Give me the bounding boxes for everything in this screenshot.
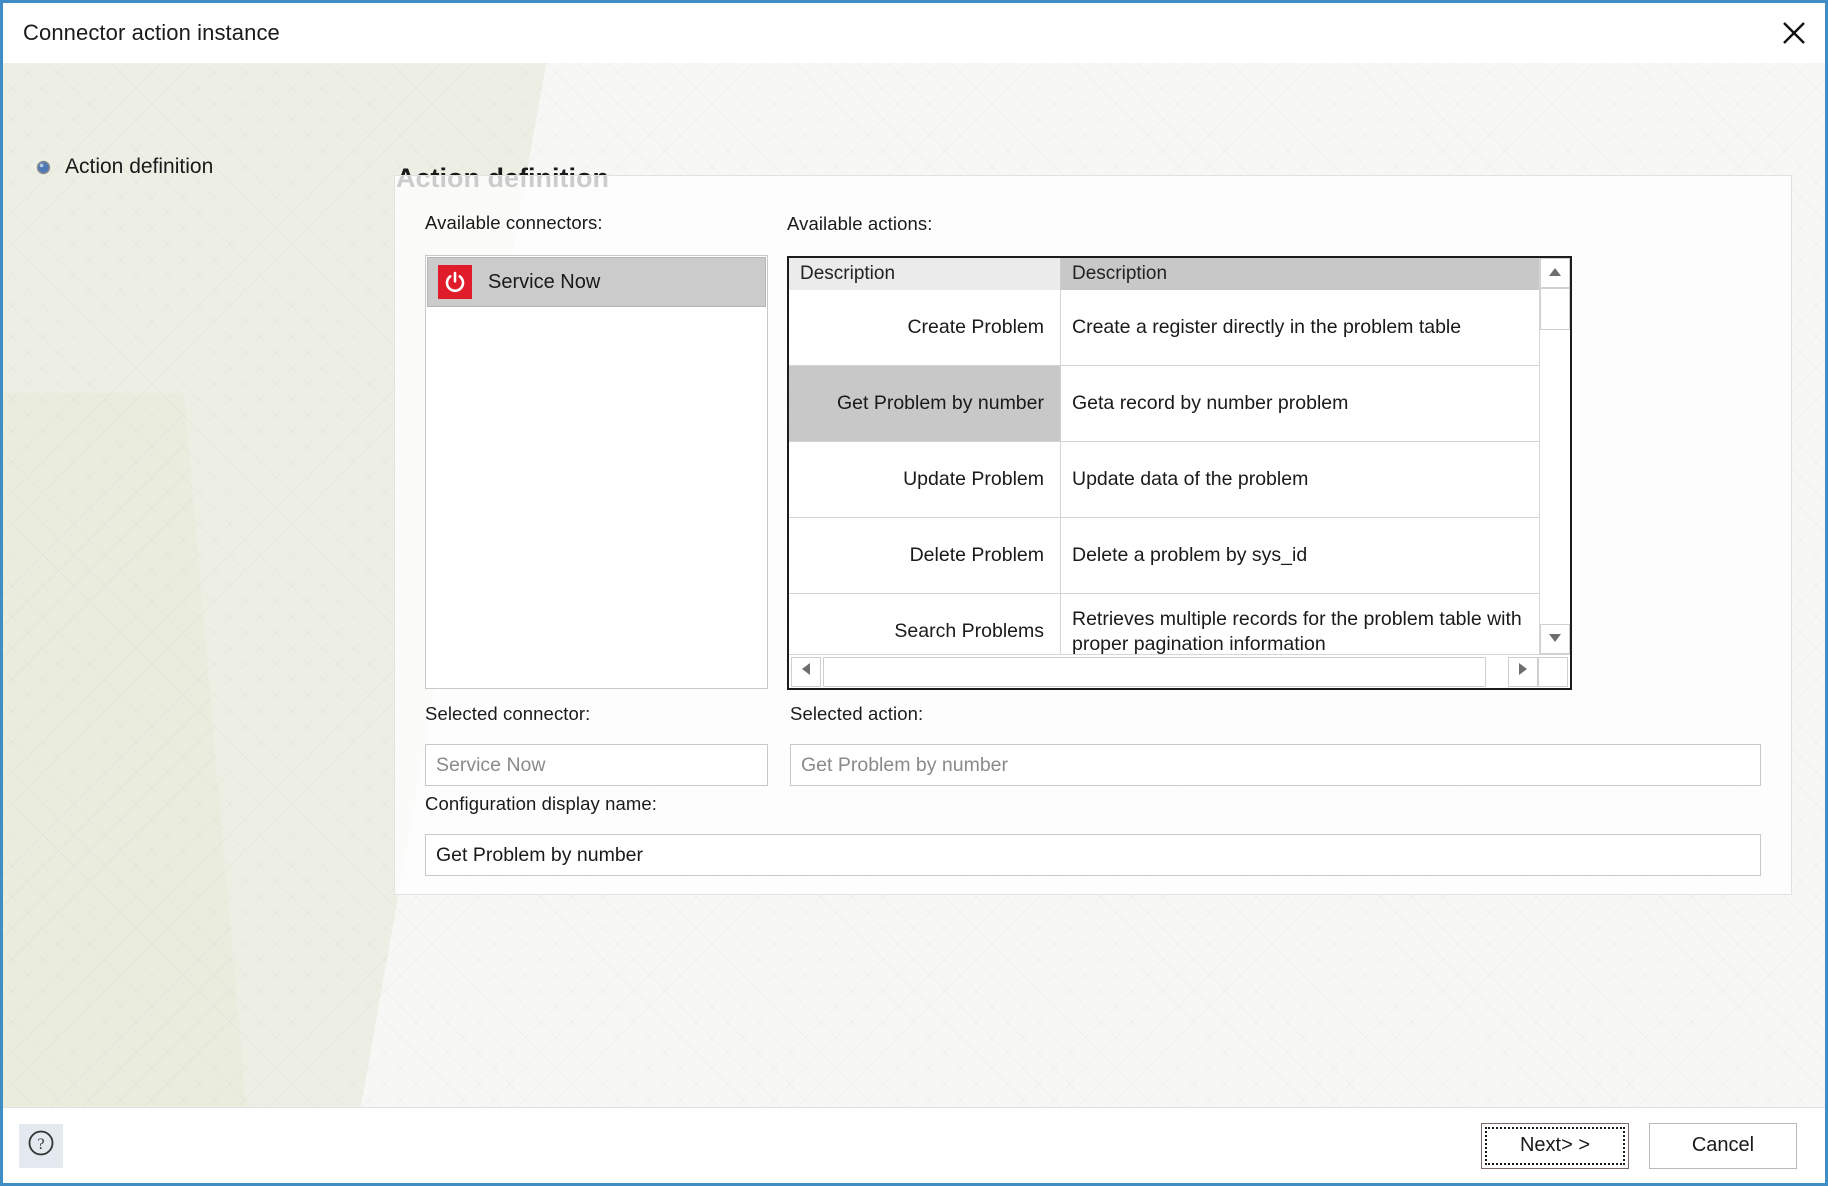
title-bar: Connector action instance	[3, 3, 1825, 63]
actions-grid-header: Description Description	[789, 258, 1539, 290]
connector-name: Service Now	[488, 270, 601, 293]
horizontal-scrollbar[interactable]	[789, 654, 1570, 688]
scroll-right-button[interactable]	[1508, 656, 1538, 687]
action-description-cell: Delete a problem by sys_id	[1072, 544, 1308, 567]
configuration-display-name-label: Configuration display name:	[425, 793, 658, 814]
chevron-left-icon	[801, 662, 811, 681]
action-description-cell: Geta record by number problem	[1072, 392, 1349, 415]
window-title: Connector action instance	[23, 20, 280, 45]
background-shape-lower	[3, 393, 263, 1107]
sidebar-item-action-definition[interactable]: Action definition	[3, 155, 393, 179]
dialog-body: Action definition Action definition Avai…	[3, 63, 1825, 1107]
action-description-cell: Update data of the problem	[1072, 468, 1309, 491]
selected-fields-row: Selected connector: Service Now Selected…	[425, 703, 1761, 786]
selected-connector-label: Selected connector:	[425, 703, 591, 724]
table-row[interactable]: Create Problem Create a register directl…	[789, 290, 1539, 366]
horizontal-scroll-thumb[interactable]	[823, 656, 1486, 687]
vertical-scroll-track[interactable]	[1540, 288, 1570, 624]
selected-action-input[interactable]: Get Problem by number	[790, 744, 1761, 786]
form-panel: Available connectors: Service Now Availa…	[394, 175, 1792, 895]
scroll-up-button[interactable]	[1540, 258, 1570, 288]
actions-grid: Description Description Create Problem C…	[787, 256, 1572, 690]
selected-connector-section: Selected connector: Service Now	[425, 703, 768, 786]
action-name-cell: Create Problem	[789, 290, 1061, 365]
horizontal-scroll-track[interactable]	[823, 656, 1506, 687]
footer-button-group: Next> > Cancel	[1481, 1122, 1797, 1169]
scroll-left-button[interactable]	[791, 656, 821, 687]
action-name-cell: Search Problems	[789, 594, 1061, 654]
configuration-display-name-section: Configuration display name: Get Problem …	[425, 793, 1761, 876]
actions-grid-main: Description Description Create Problem C…	[789, 258, 1570, 654]
table-row[interactable]: Delete Problem Delete a problem by sys_i…	[789, 518, 1539, 594]
action-description-cell: Create a register directly in the proble…	[1072, 316, 1462, 339]
question-mark-icon: ?	[26, 1128, 56, 1163]
sidebar-item-label: Action definition	[65, 155, 214, 178]
chevron-up-icon	[1548, 264, 1562, 282]
selected-connector-input[interactable]: Service Now	[425, 744, 768, 786]
action-description-cell: Retrieves multiple records for the probl…	[1072, 607, 1522, 654]
wizard-step-nav: Action definition	[3, 63, 393, 179]
table-row[interactable]: Search Problems Retrieves multiple recor…	[789, 594, 1539, 654]
table-row[interactable]: Update Problem Update data of the proble…	[789, 442, 1539, 518]
actions-grid-rows: Create Problem Create a register directl…	[789, 290, 1539, 654]
scrollbar-corner	[1538, 656, 1568, 687]
available-connectors-label: Available connectors:	[425, 212, 603, 233]
available-actions-label: Available actions:	[787, 213, 933, 234]
selected-action-label: Selected action:	[790, 703, 924, 724]
help-button[interactable]: ?	[19, 1123, 63, 1168]
power-icon	[438, 265, 472, 299]
scroll-down-button[interactable]	[1540, 624, 1570, 654]
action-name-cell: Delete Problem	[789, 518, 1061, 593]
vertical-scroll-thumb[interactable]	[1540, 288, 1570, 330]
action-name-cell: Update Problem	[789, 442, 1061, 517]
connector-list-item[interactable]: Service Now	[427, 257, 766, 307]
dialog-footer: ? Next> > Cancel	[3, 1107, 1825, 1183]
table-row[interactable]: Get Problem by number Geta record by num…	[789, 366, 1539, 442]
next-button-label: Next> >	[1485, 1126, 1625, 1165]
selected-action-section: Selected action: Get Problem by number	[790, 703, 1761, 786]
configuration-display-name-input[interactable]: Get Problem by number	[425, 834, 1761, 876]
vertical-scrollbar[interactable]	[1539, 258, 1570, 654]
column-header-name[interactable]: Description	[789, 258, 1061, 290]
action-name-cell: Get Problem by number	[789, 366, 1061, 441]
close-button[interactable]	[1763, 4, 1825, 62]
chevron-right-icon	[1518, 662, 1528, 681]
close-icon	[1781, 20, 1807, 46]
dialog-window: Connector action instance Action definit…	[0, 0, 1828, 1186]
main-content: Action definition Available connectors:	[393, 63, 1825, 1107]
available-actions-section: Available actions: Description Descripti…	[787, 213, 1572, 690]
cancel-button[interactable]: Cancel	[1649, 1122, 1797, 1169]
column-header-description[interactable]: Description	[1061, 258, 1539, 290]
available-connectors-section: Available connectors: Service Now	[425, 212, 768, 689]
actions-grid-columns: Description Description Create Problem C…	[789, 258, 1539, 654]
chevron-down-icon	[1548, 630, 1562, 648]
next-button[interactable]: Next> >	[1481, 1122, 1629, 1169]
bullet-sphere-icon	[36, 160, 51, 175]
svg-text:?: ?	[37, 1136, 44, 1153]
connectors-listbox[interactable]: Service Now	[425, 255, 768, 689]
